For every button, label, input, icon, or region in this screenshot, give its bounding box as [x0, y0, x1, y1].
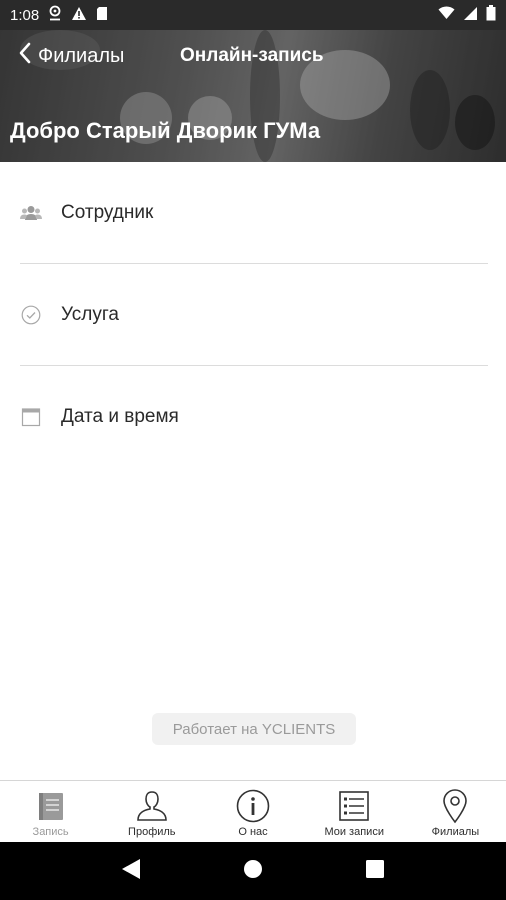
staff-icon — [20, 202, 42, 224]
menu-item-service[interactable]: Услуга — [20, 264, 488, 366]
tab-about[interactable]: О нас — [202, 781, 303, 842]
chevron-left-icon — [18, 42, 32, 70]
bottom-tab-bar: Запись Профиль О нас Мои записи Филиалы — [0, 780, 506, 842]
nav-home-button[interactable] — [233, 851, 273, 891]
branch-name: Добро Старый Дворик ГУМа — [10, 118, 321, 143]
back-button[interactable]: Филиалы — [18, 42, 124, 70]
location-icon — [48, 5, 62, 25]
nav-recents-button[interactable] — [355, 851, 395, 891]
tab-booking[interactable]: Запись — [0, 781, 101, 842]
calendar-icon — [20, 406, 42, 428]
nav-back-button[interactable] — [111, 851, 151, 891]
person-icon — [135, 787, 169, 825]
tab-label: О нас — [238, 826, 268, 838]
status-time: 1:08 — [10, 6, 40, 24]
tab-branches[interactable]: Филиалы — [405, 781, 506, 842]
menu-item-staff[interactable]: Сотрудник — [20, 162, 488, 264]
tab-label: Филиалы — [431, 826, 480, 838]
page-title: Онлайн-запись — [180, 45, 324, 66]
book-icon — [35, 787, 67, 825]
check-circle-icon — [20, 304, 42, 326]
wifi-icon — [438, 6, 455, 24]
tab-profile[interactable]: Профиль — [101, 781, 202, 842]
triangle-back-icon — [121, 858, 141, 885]
menu-item-label: Дата и время — [61, 406, 179, 427]
menu-item-label: Услуга — [61, 303, 119, 325]
sim-card-icon — [96, 6, 108, 25]
square-recents-icon — [366, 859, 384, 883]
menu-item-datetime[interactable]: Дата и время — [20, 366, 488, 468]
branch-header: Филиалы Онлайн-запись Добро Старый Двори… — [0, 30, 506, 162]
system-nav-bar — [0, 842, 506, 900]
tab-label: Мои записи — [324, 826, 384, 838]
circle-home-icon — [243, 859, 263, 884]
list-icon — [337, 787, 371, 825]
info-icon — [236, 787, 270, 825]
tab-label: Профиль — [128, 826, 176, 838]
signal-icon — [463, 6, 478, 25]
back-label: Филиалы — [38, 44, 125, 67]
tab-label: Запись — [32, 826, 69, 838]
menu-item-label: Сотрудник — [61, 201, 154, 223]
battery-icon — [486, 5, 496, 25]
powered-by-badge[interactable]: Работает на YCLIENTS — [152, 713, 356, 745]
warning-icon — [71, 6, 87, 25]
map-pin-icon — [441, 787, 469, 825]
status-bar: 1:08 — [0, 0, 506, 30]
booking-options-list: Сотрудник Услуга Дата и время — [20, 162, 488, 468]
tab-my-bookings[interactable]: Мои записи — [304, 781, 405, 842]
